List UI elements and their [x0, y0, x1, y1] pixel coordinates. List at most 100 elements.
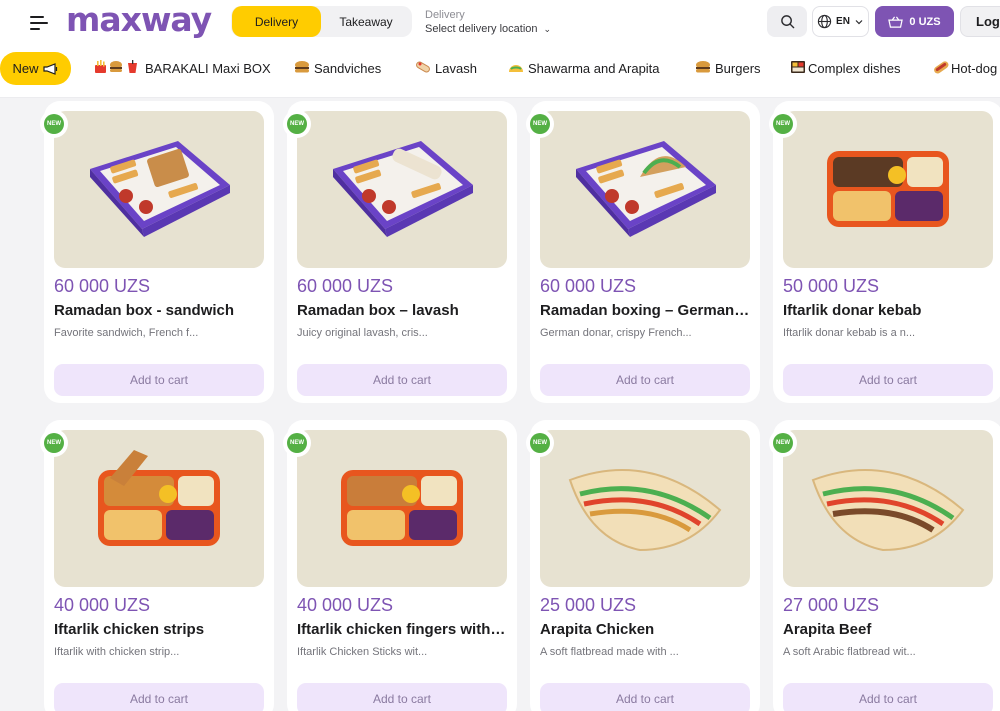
- add-to-cart-button[interactable]: Add to cart: [54, 683, 264, 711]
- chevron-down-icon: [855, 19, 863, 24]
- category-hot-dog[interactable]: Hot-dog: [933, 52, 997, 85]
- category-sandviches[interactable]: Sandviches: [294, 52, 381, 85]
- taco-icon: [508, 60, 524, 77]
- new-badge: NEW: [526, 110, 554, 138]
- product-price: 25 000 UZS: [540, 595, 637, 615]
- add-to-cart-button[interactable]: Add to cart: [540, 683, 750, 711]
- category-label: Complex dishes: [808, 61, 901, 76]
- category-lavash[interactable]: Lavash: [415, 52, 477, 85]
- megaphone-icon: [42, 62, 57, 75]
- new-badge: NEW: [526, 429, 554, 457]
- globe-icon: [817, 14, 832, 29]
- bento-box-icon: [790, 60, 806, 77]
- product-name: Ramadan box – lavash: [297, 302, 459, 319]
- location-value: Select delivery location ⌄: [425, 23, 552, 35]
- add-to-cart-button[interactable]: Add to cart: [540, 364, 750, 396]
- cart-total: 0 UZS: [909, 15, 941, 28]
- menu-icon[interactable]: [26, 11, 50, 33]
- product-price: 40 000 UZS: [297, 595, 394, 615]
- hotdog-icon: [933, 60, 949, 77]
- product-description: Favorite sandwich, French f...: [54, 327, 199, 339]
- add-to-cart-button[interactable]: Add to cart: [783, 683, 993, 711]
- burger-icon: [294, 60, 310, 77]
- product-name: Ramadan box - sandwich: [54, 302, 235, 319]
- product-price: 27 000 UZS: [783, 595, 880, 615]
- product-image: [783, 430, 993, 587]
- category-label: Sandviches: [314, 61, 382, 76]
- location-selector[interactable]: Delivery Select delivery location ⌄: [425, 9, 551, 35]
- product-description: Iftarlik donar kebab is a n...: [783, 327, 916, 339]
- new-badge: NEW: [283, 110, 311, 138]
- product-card[interactable]: NEW 40 000 UZS Iftarlik chicken strips I…: [40, 420, 274, 711]
- product-image: [54, 111, 264, 268]
- product-name: Iftarlik chicken strips: [54, 621, 205, 638]
- product-price: 60 000 UZS: [54, 276, 151, 296]
- category-label: BARAKALI Maxi BOX: [145, 61, 271, 76]
- category-label: Burgers: [715, 61, 761, 76]
- login-button[interactable]: Log: [960, 6, 1000, 37]
- product-card[interactable]: NEW 40 000 UZS Iftarlik chicken fingers …: [283, 420, 517, 711]
- add-to-cart-button[interactable]: Add to cart: [783, 364, 993, 396]
- product-description: Iftarlik Chicken Sticks wit...: [297, 646, 428, 658]
- add-to-cart-button[interactable]: Add to cart: [54, 364, 264, 396]
- new-badge: NEW: [769, 429, 797, 457]
- add-to-cart-button[interactable]: Add to cart: [297, 683, 507, 711]
- product-description: Juicy original lavash, cris...: [297, 327, 428, 339]
- category-label: Hot-dog: [951, 61, 998, 76]
- product-card[interactable]: NEW 60 000 UZS Ramadan box – lavash Juic…: [283, 101, 517, 403]
- product-image: [540, 430, 750, 587]
- product-name: Arapita Beef: [783, 621, 872, 638]
- product-name: Iftarlik chicken fingers with fries: [297, 621, 507, 638]
- product-card[interactable]: NEW 25 000 UZS Arapita Chicken A soft fl…: [526, 420, 760, 711]
- product-name: Ramadan boxing – German donar: [540, 302, 750, 319]
- add-to-cart-button[interactable]: Add to cart: [297, 364, 507, 396]
- product-description: A soft flatbread made with ...: [540, 646, 679, 658]
- new-badge: NEW: [769, 110, 797, 138]
- new-badge: NEW: [40, 110, 68, 138]
- language-selector[interactable]: EN: [812, 6, 869, 37]
- category-shawarma-and-arapita[interactable]: Shawarma and Arapita: [508, 52, 660, 85]
- category-new[interactable]: New: [0, 52, 71, 85]
- location-label: Delivery: [425, 9, 465, 21]
- product-name: Arapita Chicken: [540, 621, 655, 638]
- product-card[interactable]: NEW 60 000 UZS Ramadan box - sandwich Fa…: [40, 101, 274, 403]
- header: maxway Delivery Takeaway Delivery Select…: [0, 0, 1000, 46]
- product-price: 50 000 UZS: [783, 276, 880, 296]
- product-card[interactable]: NEW 50 000 UZS Iftarlik donar kebab Ifta…: [769, 101, 1000, 403]
- product-price: 40 000 UZS: [54, 595, 151, 615]
- category-burgers[interactable]: Burgers: [695, 52, 761, 85]
- product-price: 60 000 UZS: [540, 276, 637, 296]
- product-card[interactable]: NEW 60 000 UZS Ramadan boxing – German d…: [526, 101, 760, 403]
- category-label: Shawarma and Arapita: [528, 61, 660, 76]
- product-price: 60 000 UZS: [297, 276, 394, 296]
- language-label: EN: [836, 16, 850, 27]
- fries-burger-cup-icon: [94, 60, 141, 77]
- chevron-down-icon: ⌄: [543, 24, 552, 34]
- new-badge: NEW: [40, 429, 68, 457]
- product-name: Iftarlik donar kebab: [783, 302, 922, 319]
- product-description: German donar, crispy French...: [540, 327, 692, 339]
- product-image: [297, 111, 507, 268]
- new-badge: NEW: [283, 429, 311, 457]
- burger-icon: [695, 60, 711, 77]
- lavash-icon: [415, 60, 431, 77]
- category-label: Lavash: [435, 61, 477, 76]
- search-icon: [780, 15, 794, 29]
- delivery-tab[interactable]: Delivery: [232, 6, 321, 37]
- takeaway-tab[interactable]: Takeaway: [321, 6, 411, 37]
- product-description: Iftarlik with chicken strip...: [54, 646, 180, 658]
- product-image: [297, 430, 507, 587]
- category-bar: New BARAKALI Maxi BOX Sandviches Lavash …: [0, 46, 1000, 98]
- category-label: New: [12, 61, 39, 76]
- product-description: A soft Arabic flatbread wit...: [783, 646, 916, 658]
- product-card[interactable]: NEW 27 000 UZS Arapita Beef A soft Arabi…: [769, 420, 1000, 711]
- cart-button[interactable]: 0 UZS: [875, 6, 954, 37]
- logo[interactable]: maxway: [66, 0, 212, 40]
- category-barakali-maxi-box[interactable]: BARAKALI Maxi BOX: [94, 52, 271, 85]
- category-complex-dishes[interactable]: Complex dishes: [790, 52, 901, 85]
- product-image: [540, 111, 750, 268]
- search-button[interactable]: [767, 6, 807, 37]
- product-image: [54, 430, 264, 587]
- delivery-mode-toggle: Delivery Takeaway: [231, 6, 412, 37]
- product-image: [783, 111, 993, 268]
